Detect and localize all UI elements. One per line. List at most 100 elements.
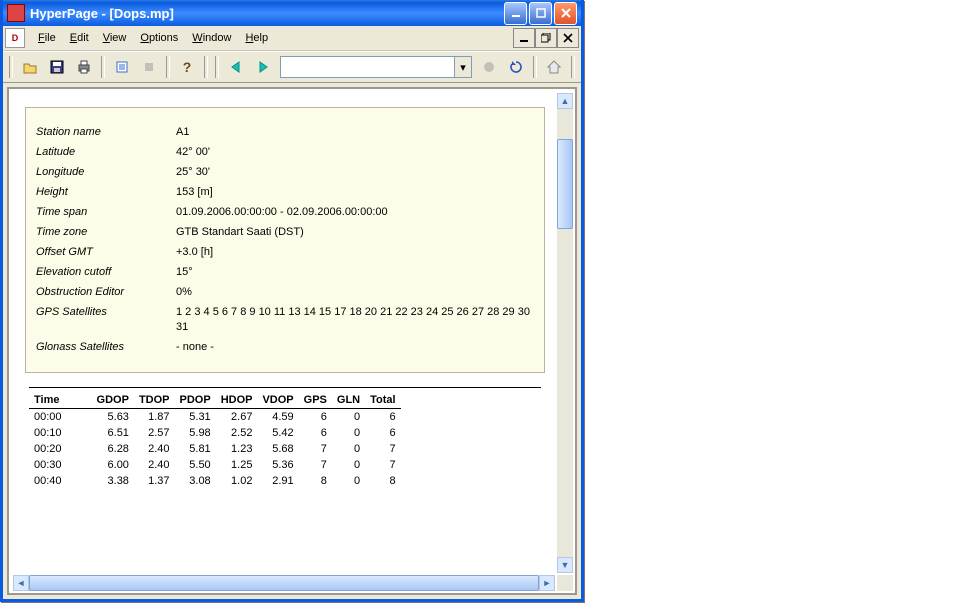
refresh-button[interactable] (504, 55, 528, 79)
cell-vdop: 5.68 (257, 441, 298, 457)
cell-gps: 7 (299, 457, 332, 473)
label-height: Height (36, 185, 176, 200)
print-button[interactable] (72, 55, 96, 79)
mdi-close-button[interactable] (557, 28, 579, 48)
dop-table: Time GDOP TDOP PDOP HDOP VDOP GPS GLN To… (29, 392, 401, 489)
value-height: 153 [m] (176, 185, 534, 200)
hscroll-thumb[interactable] (29, 575, 539, 591)
cell-gln: 0 (332, 473, 365, 489)
cell-hdop: 2.67 (216, 409, 258, 426)
info-row: Time zoneGTB Standart Saati (DST) (36, 225, 534, 240)
cell-gdop: 5.63 (92, 409, 134, 426)
value-time-zone: GTB Standart Saati (DST) (176, 225, 534, 240)
save-button[interactable] (45, 55, 69, 79)
stop-icon (137, 55, 161, 79)
info-row: Offset GMT+3.0 [h] (36, 245, 534, 260)
vertical-scrollbar[interactable]: ▲ ▼ (557, 93, 573, 573)
th-gps: GPS (299, 392, 332, 409)
cell-pdop: 5.50 (175, 457, 216, 473)
window-title: HyperPage - [Dops.mp] (30, 6, 504, 21)
mdi-minimize-button[interactable] (513, 28, 535, 48)
menu-help[interactable]: Help (238, 29, 275, 47)
cell-gdop: 6.51 (92, 425, 134, 441)
table-row: 00:306.002.405.501.255.36707 (29, 457, 401, 473)
value-gps-satellites: 1 2 3 4 5 6 7 8 9 10 11 13 14 15 17 18 2… (176, 305, 534, 335)
menu-window[interactable]: Window (185, 29, 238, 47)
app-window: HyperPage - [Dops.mp] D File Edit View O… (0, 0, 584, 602)
cell-gdop: 6.28 (92, 441, 134, 457)
menu-options[interactable]: Options (133, 29, 185, 47)
home-button[interactable] (542, 55, 566, 79)
chevron-down-icon[interactable]: ▾ (454, 57, 471, 77)
address-combo[interactable]: ▾ (280, 56, 472, 78)
label-time-zone: Time zone (36, 225, 176, 240)
title-app: HyperPage (30, 6, 98, 21)
cell-vdop: 5.42 (257, 425, 298, 441)
cell-gps: 7 (299, 441, 332, 457)
info-row: Elevation cutoff15° (36, 265, 534, 280)
address-input[interactable] (281, 57, 454, 77)
table-row: 00:106.512.575.982.525.42606 (29, 425, 401, 441)
cell-time: 00:40 (29, 473, 92, 489)
th-total: Total (365, 392, 400, 409)
th-gdop: GDOP (92, 392, 134, 409)
cell-tdop: 1.87 (134, 409, 175, 426)
scroll-left-icon[interactable]: ◄ (13, 575, 29, 591)
cell-gdop: 6.00 (92, 457, 134, 473)
cell-tdop: 2.57 (134, 425, 175, 441)
scroll-right-icon[interactable]: ► (539, 575, 555, 591)
menu-file[interactable]: File (31, 29, 63, 47)
horizontal-scrollbar[interactable]: ◄ ► (13, 575, 555, 591)
table-header-row: Time GDOP TDOP PDOP HDOP VDOP GPS GLN To… (29, 392, 401, 409)
th-gln: GLN (332, 392, 365, 409)
minimize-button[interactable] (504, 2, 527, 25)
value-glonass-satellites: - none - (176, 340, 534, 355)
separator (29, 387, 541, 388)
cell-gdop: 3.38 (92, 473, 134, 489)
cell-tdop: 1.37 (134, 473, 175, 489)
table-row: 00:403.381.373.081.022.91808 (29, 473, 401, 489)
cell-pdop: 3.08 (175, 473, 216, 489)
menu-view[interactable]: View (96, 29, 134, 47)
maximize-button[interactable] (529, 2, 552, 25)
info-row: Obstruction Editor0% (36, 285, 534, 300)
info-row: Longitude25° 30' (36, 165, 534, 180)
open-button[interactable] (18, 55, 42, 79)
cell-gln: 0 (332, 457, 365, 473)
scroll-down-icon[interactable]: ▼ (557, 557, 573, 573)
label-elevation-cutoff: Elevation cutoff (36, 265, 176, 280)
forward-button[interactable] (251, 55, 275, 79)
th-pdop: PDOP (175, 392, 216, 409)
value-longitude: 25° 30' (176, 165, 534, 180)
menu-edit[interactable]: Edit (63, 29, 96, 47)
titlebar: HyperPage - [Dops.mp] (3, 0, 581, 26)
cell-hdop: 1.25 (216, 457, 258, 473)
close-button[interactable] (554, 2, 577, 25)
scroll-up-icon[interactable]: ▲ (557, 93, 573, 109)
mdi-restore-button[interactable] (535, 28, 557, 48)
menubar: D File Edit View Options Window Help (3, 26, 581, 51)
value-time-span: 01.09.2006.00:00:00 - 02.09.2006.00:00:0… (176, 205, 534, 220)
scroll-corner (557, 575, 573, 591)
label-latitude: Latitude (36, 145, 176, 160)
cell-vdop: 4.59 (257, 409, 298, 426)
value-offset-gmt: +3.0 [h] (176, 245, 534, 260)
label-obstruction-editor: Obstruction Editor (36, 285, 176, 300)
cell-hdop: 2.52 (216, 425, 258, 441)
label-station-name: Station name (36, 125, 176, 140)
cell-gps: 6 (299, 409, 332, 426)
value-elevation-cutoff: 15° (176, 265, 534, 280)
help-button[interactable]: ? (175, 55, 199, 79)
content-pane: Station nameA1 Latitude42° 00' Longitude… (7, 87, 577, 595)
info-row: Time span01.09.2006.00:00:00 - 02.09.200… (36, 205, 534, 220)
toolbar: ? ▾ (3, 51, 581, 83)
station-info-box: Station nameA1 Latitude42° 00' Longitude… (25, 107, 545, 373)
table-row: 00:005.631.875.312.674.59606 (29, 409, 401, 426)
list-button[interactable] (110, 55, 134, 79)
cell-gln: 0 (332, 409, 365, 426)
cell-gln: 0 (332, 425, 365, 441)
th-time: Time (29, 392, 92, 409)
cell-pdop: 5.98 (175, 425, 216, 441)
scroll-thumb[interactable] (557, 139, 573, 229)
back-button[interactable] (224, 55, 248, 79)
